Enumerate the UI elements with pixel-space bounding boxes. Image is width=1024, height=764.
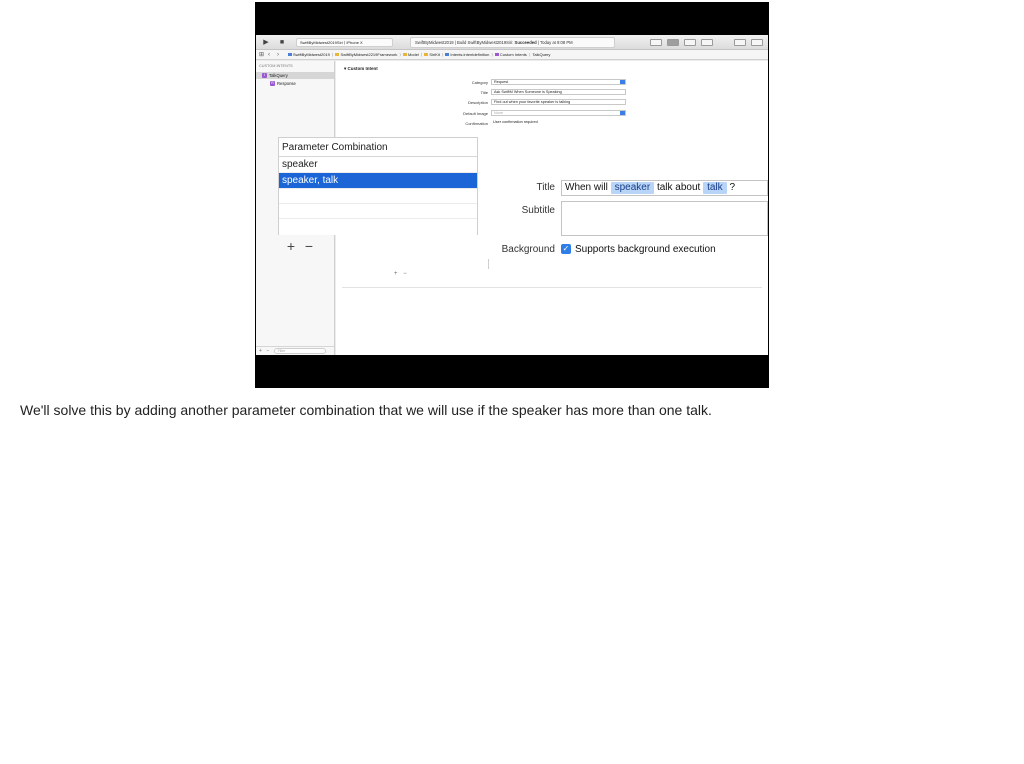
chevron-right-icon: ⟩ — [331, 52, 334, 57]
breadcrumb-item[interactable]: Model ⟩ — [402, 50, 423, 59]
breadcrumb-item[interactable]: Custom Intents ⟩ — [494, 50, 531, 59]
default-image-select[interactable]: None — [491, 110, 626, 116]
toolbar: ▶ ■ SwiftByMidwest2019Siri ⟩ iPhone X Sw… — [256, 35, 768, 50]
small-remove-button[interactable]: − — [403, 271, 407, 277]
add-intent-button[interactable]: + — [259, 348, 262, 354]
file-icon — [445, 53, 450, 57]
background-label: Background — [501, 244, 555, 255]
breadcrumb-label: SiriKit — [429, 52, 440, 57]
title-text: talk about — [656, 182, 701, 193]
file-icon — [494, 53, 499, 57]
chevron-right-icon: ⟩ — [399, 52, 401, 57]
divider — [342, 287, 762, 288]
subtitle-field[interactable] — [561, 201, 768, 236]
slide-caption: We'll solve this by adding another param… — [20, 402, 712, 418]
filter-input[interactable]: Filter — [273, 347, 326, 354]
breadcrumb-label: Model — [407, 52, 419, 57]
breadcrumb-item[interactable]: Intents.intentdefinition ⟩ — [445, 50, 493, 59]
run-button[interactable]: ▶ — [262, 38, 270, 47]
background-execution-checkbox[interactable]: ✓ Supports background execution — [561, 244, 716, 255]
status-time: | Today at 9:08 PM — [537, 40, 573, 45]
folder-icon — [424, 53, 429, 57]
title-label: Title — [536, 182, 555, 193]
intent-badge-icon: I — [262, 73, 267, 79]
small-add-remove: + − — [394, 271, 407, 277]
breadcrumb-label: Intents.intentdefinition — [450, 52, 490, 57]
category-select[interactable]: Request — [491, 79, 626, 85]
title-field[interactable]: When will speaker talk about talk ? — [561, 180, 768, 196]
breadcrumb-label: Custom Intents — [499, 52, 527, 57]
breadcrumb-item[interactable]: SwiftByMidwest2019 ⟩ — [288, 50, 334, 59]
status-result: Succeeded — [514, 40, 537, 45]
chevron-right-icon: ⟩ — [441, 52, 444, 57]
breadcrumb-item[interactable]: SwiftByMidwest2219Framework ⟩ — [335, 50, 401, 59]
title-label-small: Title — [480, 90, 488, 95]
folder-icon — [335, 53, 340, 57]
folder-icon — [402, 53, 407, 57]
nav-item-label: Response — [277, 81, 296, 86]
remove-intent-button[interactable]: − — [266, 348, 269, 354]
add-combination-button[interactable]: + — [282, 238, 300, 254]
status-prefix: SwiftByMidwest2019 | Build SwiftByMidwes… — [415, 40, 514, 45]
breadcrumb-item[interactable]: TalkQuery — [532, 50, 551, 59]
table-row-empty — [279, 189, 477, 204]
code-brackets-icon[interactable] — [650, 39, 662, 46]
small-add-button[interactable]: + — [394, 271, 398, 277]
chevron-right-icon: ⟩ — [491, 52, 493, 57]
navigator-toggle-icon[interactable] — [734, 39, 746, 46]
title-text: When will — [565, 182, 608, 193]
combination-add-remove: + − — [282, 238, 322, 254]
title-text: ? — [729, 182, 735, 193]
parameter-token[interactable]: speaker — [610, 182, 655, 194]
inspector-toggle-icon[interactable] — [751, 39, 763, 46]
description-label: Description — [467, 100, 488, 105]
breadcrumb-label: TalkQuery — [532, 52, 551, 57]
back-button[interactable]: ‹ — [268, 50, 270, 59]
forward-button[interactable]: › — [277, 50, 279, 59]
checkmark-icon[interactable]: ✓ — [561, 244, 571, 255]
section-title: ▾ Custom Intent — [344, 66, 378, 71]
scheme-selector[interactable]: SwiftByMidwest2019Siri ⟩ iPhone X — [296, 38, 393, 47]
table-row-empty — [279, 204, 477, 219]
nav-item-response[interactable]: R Response — [256, 80, 334, 87]
breadcrumb: SwiftByMidwest2019 ⟩ SwiftByMidwest2219Fra… — [288, 50, 552, 59]
description-field[interactable]: Find out when your favorite speaker is t… — [491, 99, 626, 105]
category-label: Category — [471, 80, 488, 85]
table-row-selected[interactable]: speaker, talk — [279, 173, 477, 189]
grid-icon[interactable]: ⊞ — [259, 50, 264, 59]
editor-assistant-icon[interactable] — [684, 39, 696, 46]
nav-item-label: TalkQuery — [269, 73, 288, 78]
response-badge-icon: R — [270, 81, 275, 87]
table-header: Parameter Combination — [279, 138, 477, 157]
confirmation-label: Confirmation — [465, 121, 488, 126]
parameter-token[interactable]: talk — [703, 182, 727, 194]
breadcrumb-label: SwiftByMidwest2019 — [293, 52, 330, 57]
remove-combination-button[interactable]: − — [300, 238, 318, 254]
breadcrumb-item[interactable]: SiriKit ⟩ — [424, 50, 444, 59]
editor-version-icon[interactable] — [701, 39, 713, 46]
chevron-down-icon — [620, 80, 625, 84]
jump-bar: ⊞ ‹ › SwiftByMidwest2019 ⟩ SwiftByMidwest2… — [256, 50, 768, 60]
editor-standard-icon[interactable] — [667, 39, 679, 46]
file-icon — [288, 53, 292, 57]
slide-screenshot: ▶ ■ SwiftByMidwest2019Siri ⟩ iPhone X Sw… — [255, 2, 769, 388]
checkbox-label: Supports background execution — [575, 244, 716, 255]
parameter-combination-table: Parameter Combination speaker speaker, t… — [278, 137, 478, 235]
chevron-down-icon — [620, 111, 625, 115]
xcode-window: ▶ ■ SwiftByMidwest2019Siri ⟩ iPhone X Sw… — [256, 35, 768, 355]
nav-heading: CUSTOM INTENTS — [259, 64, 293, 68]
divider — [488, 259, 489, 269]
stop-button[interactable]: ■ — [278, 38, 286, 47]
chevron-right-icon: ⟩ — [420, 52, 423, 57]
nav-item-talkquery[interactable]: I TalkQuery — [256, 72, 334, 79]
chevron-right-icon: ⟩ — [528, 52, 531, 57]
activity-status: SwiftByMidwest2019 | Build SwiftByMidwes… — [410, 37, 615, 48]
nav-footer: + − Filter — [256, 346, 334, 355]
title-field-small[interactable]: Ask SwiftM When Someone is Speaking — [491, 89, 626, 95]
subtitle-label: Subtitle — [521, 205, 555, 216]
confirmation-checkbox[interactable]: User confirmation required — [491, 120, 561, 126]
table-row[interactable]: speaker — [279, 157, 477, 173]
default-image-label: Default Image — [463, 111, 488, 116]
breadcrumb-label: SwiftByMidwest2219Framework — [340, 52, 398, 57]
